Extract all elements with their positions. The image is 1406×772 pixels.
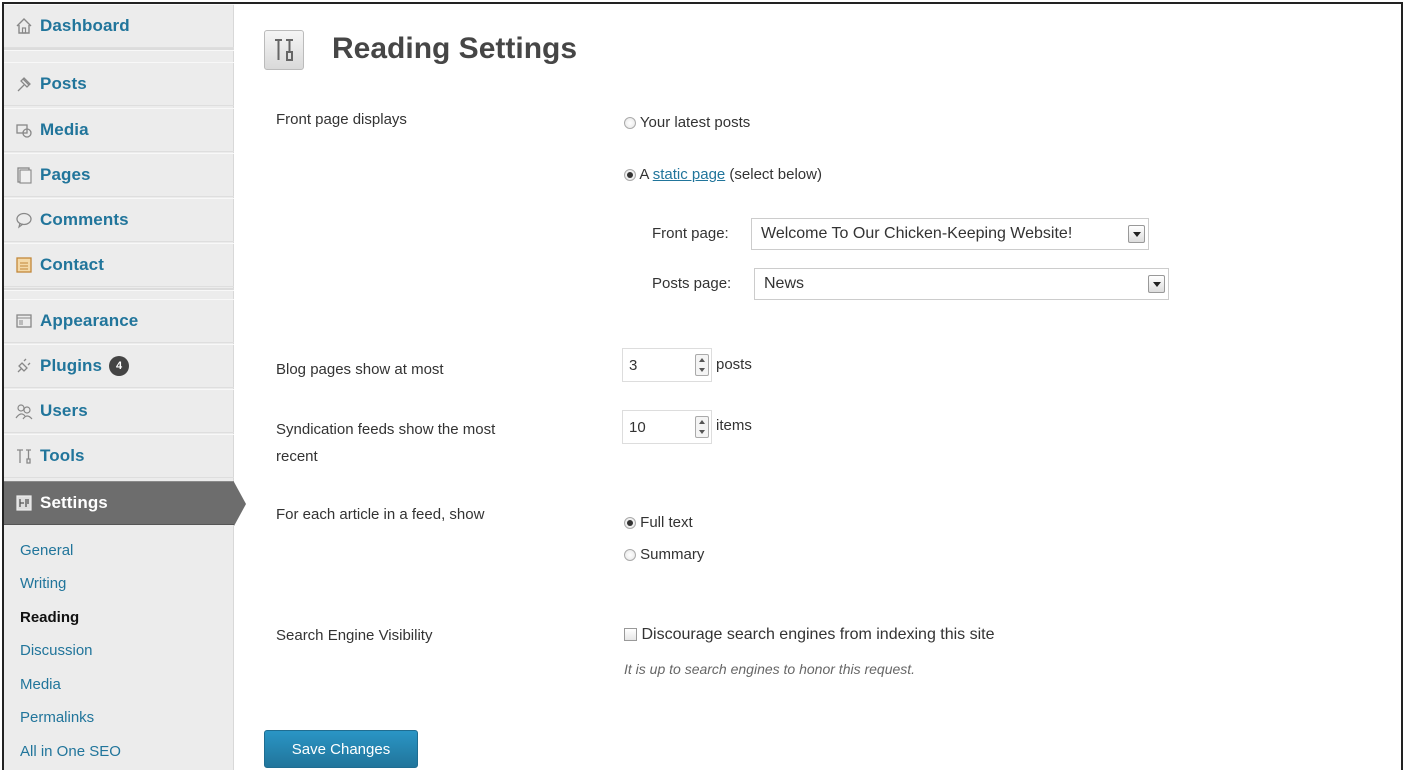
submenu-item-media[interactable]: Media [20, 676, 61, 693]
full-text-option[interactable]: Full text [624, 514, 693, 531]
search-visibility-label: Search Engine Visibility [276, 627, 433, 644]
sidebar-item-label: Dashboard [40, 16, 130, 35]
comment-icon [14, 210, 34, 230]
summary-radio[interactable] [624, 549, 636, 562]
plugin-update-count-badge: 4 [109, 356, 130, 376]
discourage-search-label: Discourage search engines from indexing … [641, 626, 995, 643]
front-page-select-label: Front page: [652, 225, 729, 242]
blog-pages-input[interactable]: 3 [622, 348, 712, 382]
tools-icon [14, 446, 34, 466]
settings-icon [14, 493, 34, 513]
syndication-input[interactable]: 10 [622, 410, 712, 444]
contact-icon [14, 255, 34, 275]
sidebar-item-contact[interactable]: Contact [4, 243, 234, 287]
syndication-label-line2: recent [276, 448, 318, 465]
sidebar-item-label: Plugins [40, 356, 103, 375]
page-title: Reading Settings [332, 32, 578, 65]
chevron-down-icon[interactable] [1128, 225, 1145, 243]
submenu-item-discussion[interactable]: Discussion [20, 642, 93, 659]
discourage-search-checkbox[interactable] [624, 628, 637, 642]
number-spinner[interactable] [695, 354, 709, 376]
sidebar-item-dashboard[interactable]: Dashboard [4, 4, 234, 48]
summary-option[interactable]: Summary [624, 546, 704, 563]
sidebar-item-pages[interactable]: Pages [4, 153, 234, 197]
sidebar-item-label: Contact [40, 255, 104, 274]
plugin-icon [14, 356, 34, 376]
latest-posts-radio[interactable] [624, 117, 636, 130]
app-window: Dashboard Posts Media Pages Comments Con… [2, 2, 1403, 770]
submenu-item-permalinks[interactable]: Permalinks [20, 709, 94, 726]
static-page-link[interactable]: static page [653, 166, 726, 183]
front-page-displays-label: Front page displays [276, 111, 407, 128]
front-page-select-value: Welcome To Our Chicken-Keeping Website! [761, 225, 1073, 242]
submenu-item-writing[interactable]: Writing [20, 575, 66, 592]
blog-pages-label: Blog pages show at most [276, 361, 444, 378]
sidebar-item-label: Appearance [40, 311, 139, 330]
discourage-search-option[interactable]: Discourage search engines from indexing … [624, 626, 995, 644]
front-page-select[interactable]: Welcome To Our Chicken-Keeping Website! [751, 218, 1149, 250]
sidebar-item-label: Pages [40, 165, 91, 184]
pin-icon [14, 74, 34, 94]
appearance-icon [14, 311, 34, 331]
summary-label: Summary [640, 546, 705, 563]
sidebar-item-posts[interactable]: Posts [4, 62, 234, 106]
number-spinner[interactable] [695, 416, 709, 438]
posts-page-select[interactable]: News [754, 268, 1169, 300]
users-icon [14, 401, 34, 421]
sidebar-item-users[interactable]: Users [4, 389, 234, 433]
syndication-unit: items [716, 417, 752, 434]
sidebar-item-label: Settings [40, 493, 108, 512]
save-changes-button[interactable]: Save Changes [264, 730, 418, 768]
posts-page-select-label: Posts page: [652, 275, 732, 292]
sidebar-item-label: Comments [40, 210, 129, 229]
posts-page-select-value: News [764, 275, 805, 292]
submenu-item-general[interactable]: General [20, 542, 73, 559]
sidebar-item-settings[interactable]: Settings [4, 481, 246, 526]
submenu-item-reading[interactable]: Reading [20, 609, 79, 626]
static-page-option[interactable]: A static page (select below) [624, 166, 822, 183]
feed-article-label: For each article in a feed, show [276, 506, 485, 523]
sidebar-item-tools[interactable]: Tools [4, 434, 234, 478]
chevron-down-icon[interactable] [1148, 275, 1165, 293]
search-visibility-description: It is up to search engines to honor this… [624, 661, 916, 677]
admin-sidebar: Dashboard Posts Media Pages Comments Con… [4, 4, 246, 770]
syndication-value: 10 [629, 419, 646, 436]
sidebar-separator [4, 288, 234, 291]
main-content: Reading Settings Front page displays You… [254, 4, 1401, 770]
latest-posts-option[interactable]: Your latest posts [624, 114, 750, 131]
sidebar-item-media[interactable]: Media [4, 108, 234, 152]
submenu-item-all-in-one-seo[interactable]: All in One SEO [20, 743, 121, 760]
static-page-prefix: A [639, 166, 649, 183]
blog-pages-unit: posts [716, 356, 752, 373]
sidebar-item-comments[interactable]: Comments [4, 198, 234, 242]
settings-page-icon [264, 30, 304, 70]
full-text-label: Full text [640, 514, 693, 531]
active-menu-arrow [234, 482, 246, 526]
sidebar-item-label: Tools [40, 446, 85, 465]
pages-icon [14, 165, 34, 185]
full-text-radio[interactable] [624, 517, 636, 530]
sidebar-item-label: Users [40, 401, 88, 420]
syndication-label-line1: Syndication feeds show the most [276, 421, 496, 438]
sidebar-item-label: Media [40, 120, 89, 139]
sidebar-item-appearance[interactable]: Appearance [4, 299, 234, 343]
sidebar-item-plugins[interactable]: Plugins 4 [4, 344, 234, 388]
latest-posts-label: Your latest posts [639, 114, 751, 131]
media-icon [14, 120, 34, 140]
blog-pages-value: 3 [629, 357, 638, 374]
home-icon [14, 16, 34, 36]
static-page-radio[interactable] [624, 169, 636, 182]
static-page-suffix: (select below) [729, 166, 822, 183]
sidebar-item-label: Posts [40, 74, 87, 93]
sidebar-separator [4, 48, 234, 51]
